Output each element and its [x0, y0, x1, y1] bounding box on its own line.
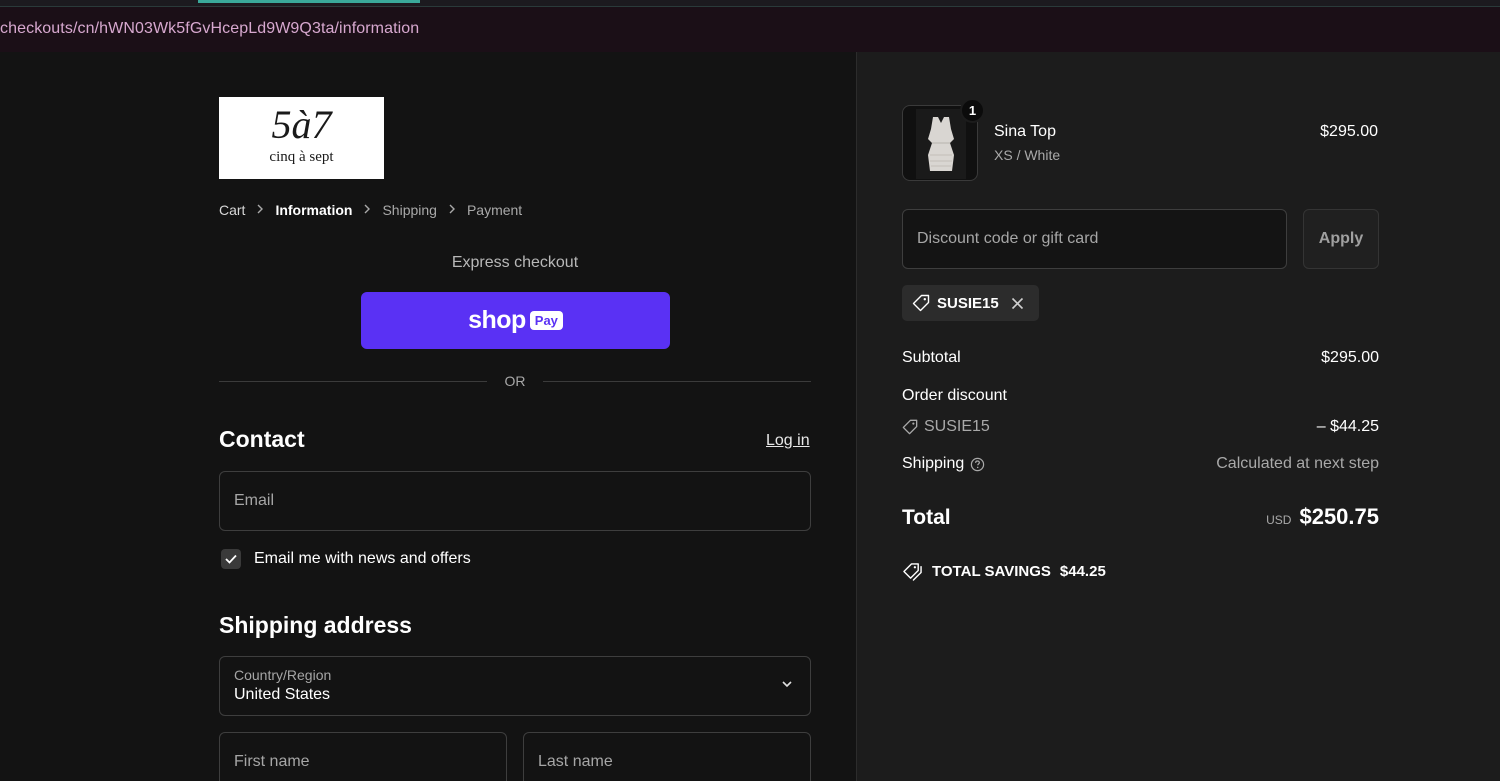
product-name: Sina Top [994, 123, 1056, 140]
last-name-placeholder: Last name [538, 753, 613, 770]
breadcrumb-payment: Payment [466, 202, 523, 218]
applied-discount-code: SUSIE15 [937, 294, 999, 312]
newsletter-checkbox[interactable] [221, 549, 241, 569]
shop-pay-wordmark: shop [468, 306, 526, 334]
discount-code-input[interactable]: Discount code or gift card [902, 209, 1287, 269]
newsletter-option[interactable]: Email me with news and offers [221, 549, 471, 569]
contact-heading: Contact [219, 426, 305, 452]
last-name-field[interactable]: Last name [523, 732, 811, 781]
discount-line-code: SUSIE15 [924, 418, 990, 435]
or-divider: OR [219, 372, 811, 390]
tag-icon [902, 419, 918, 435]
total-currency: USD [1266, 513, 1292, 527]
help-icon[interactable] [970, 457, 985, 472]
divider-line [543, 381, 811, 382]
logo-wordmark: cinq à sept [269, 149, 334, 165]
country-value: United States [234, 686, 331, 703]
express-checkout-label: Express checkout [451, 254, 579, 271]
remove-discount-button[interactable] [1011, 297, 1024, 310]
discount-line-amount: – $44.25 [1316, 418, 1379, 435]
chevron-right-icon [256, 203, 264, 217]
login-link[interactable]: Log in [766, 432, 810, 450]
newsletter-label: Email me with news and offers [254, 550, 471, 567]
checkout-main: 5à7 cinq à sept Cart Information Shippin… [0, 52, 856, 781]
subtotal-value: $295.00 [1321, 349, 1379, 366]
first-name-field[interactable]: First name [219, 732, 507, 781]
quantity-badge: 1 [960, 98, 985, 123]
savings-tag-icon [903, 563, 922, 581]
total-savings: TOTAL SAVINGS $44.25 [902, 562, 1106, 581]
country-select[interactable]: Country/Region United States [219, 656, 811, 716]
order-summary: 1 Sina Top XS / White $295.00 Discount c… [856, 52, 1500, 781]
breadcrumb-shipping: Shipping [382, 202, 437, 218]
country-label: Country/Region [234, 667, 332, 683]
breadcrumb-cart[interactable]: Cart [219, 202, 245, 218]
breadcrumb-information: Information [275, 202, 353, 218]
address-bar-url[interactable]: checkouts/cn/hWN03Wk5fGvHcepLd9W9Q3ta/in… [0, 20, 419, 38]
checkmark-icon [225, 554, 237, 564]
total-label: Total [902, 506, 951, 529]
tag-icon [912, 294, 930, 312]
shipping-label-group: Shipping [902, 455, 985, 473]
first-name-placeholder: First name [234, 753, 310, 770]
email-field[interactable]: Email [219, 471, 811, 531]
discount-line-label: SUSIE15 [902, 418, 990, 436]
shipping-value: Calculated at next step [1216, 455, 1379, 472]
total-savings-amount: $44.25 [1059, 563, 1106, 580]
close-icon [1011, 297, 1023, 309]
chevron-down-icon [782, 681, 792, 688]
product-variant: XS / White [994, 147, 1061, 163]
chevron-right-icon [363, 203, 371, 217]
logo-mark: 5à7 [271, 102, 332, 147]
shop-pay-button[interactable]: shop Pay [361, 292, 670, 349]
total-row: Total USD $250.75 [902, 504, 1379, 534]
chevron-right-icon [448, 203, 456, 217]
product-image [916, 109, 966, 179]
address-bar[interactable]: checkouts/cn/hWN03Wk5fGvHcepLd9W9Q3ta/in… [0, 7, 1500, 52]
store-logo[interactable]: 5à7 cinq à sept [219, 97, 384, 179]
email-placeholder: Email [234, 492, 275, 509]
discount-placeholder: Discount code or gift card [917, 230, 1099, 247]
shop-pay-badge: Pay [529, 311, 563, 330]
apply-discount-button[interactable]: Apply [1303, 209, 1379, 269]
breadcrumb: Cart Information Shipping Payment [219, 201, 522, 219]
total-amount-group: USD $250.75 [1266, 504, 1379, 530]
browser-tab-strip [0, 0, 1500, 7]
product-price: $295.00 [1320, 123, 1378, 140]
order-discount-label: Order discount [902, 387, 1007, 404]
total-savings-label: TOTAL SAVINGS [932, 563, 1051, 580]
total-amount: $250.75 [1299, 504, 1379, 529]
subtotal-label: Subtotal [902, 349, 961, 366]
shipping-label: Shipping [902, 455, 965, 472]
active-tab-indicator [198, 0, 420, 3]
shipping-address-heading: Shipping address [219, 612, 412, 638]
applied-discount-chip: SUSIE15 [902, 285, 1039, 321]
